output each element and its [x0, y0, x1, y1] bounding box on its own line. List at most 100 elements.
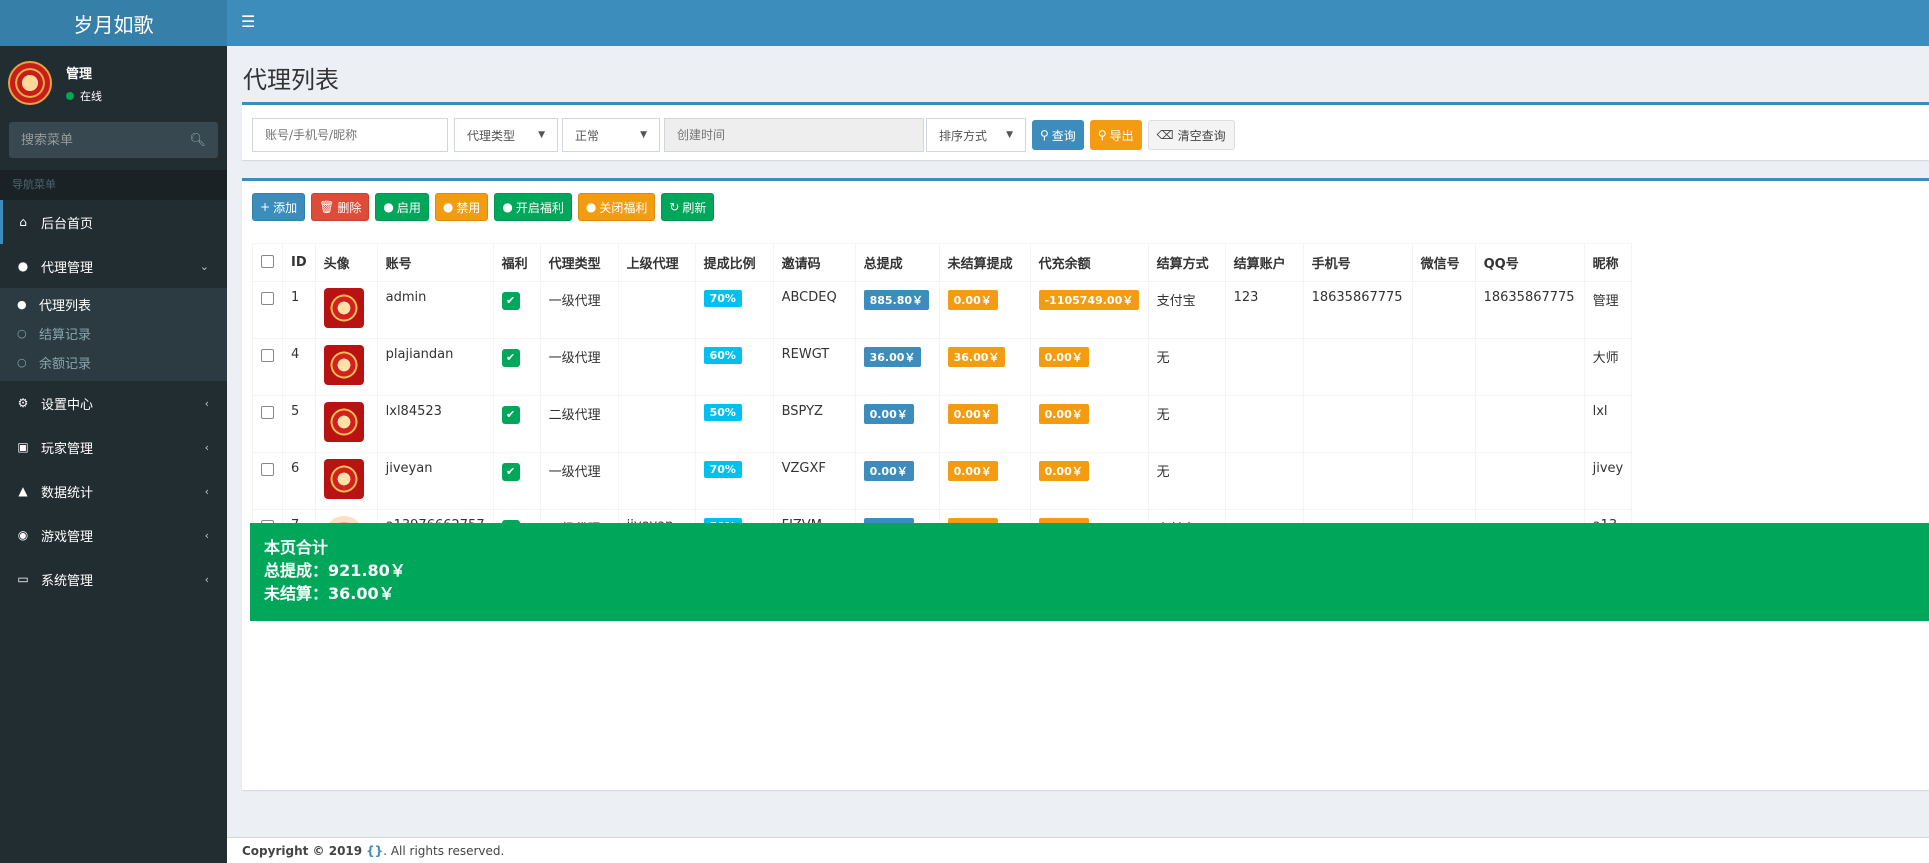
status-select[interactable]: 正常 ▼ — [562, 118, 660, 152]
column-header[interactable]: 头像 — [314, 243, 378, 282]
sidebar-item-settings[interactable]: ⚙ 设置中心 ‹ — [0, 381, 227, 425]
footer: Copyright © 2019 {} . All rights reserve… — [227, 837, 1929, 863]
sidebar-item-players[interactable]: ▣ 玩家管理 ‹ — [0, 425, 227, 469]
date-range-input[interactable] — [664, 118, 924, 152]
table-row[interactable]: 5 lxl84523 ✔ 二级代理 50% BSPYZ 0.00￥ 0.00￥ … — [252, 395, 1633, 453]
delete-button-label: 删除 — [337, 200, 362, 215]
row-select-cell — [252, 338, 283, 396]
column-header[interactable]: QQ号 — [1474, 243, 1585, 282]
cell-code: REWGT — [772, 338, 856, 396]
column-header[interactable]: 邀请码 — [772, 243, 856, 282]
column-header[interactable]: 结算账户 — [1224, 243, 1304, 282]
column-header[interactable]: 昵称 — [1583, 243, 1633, 282]
cell-type: 二级代理 — [539, 395, 619, 453]
query-button[interactable]: ⚲ 查询 — [1032, 120, 1084, 150]
check-icon[interactable]: ✔ — [501, 292, 520, 310]
hamburger-menu-icon[interactable]: ☰ — [241, 12, 255, 31]
table-row[interactable]: 6 jiveyan ✔ 一级代理 70% VZGXF 0.00￥ 0.00￥ 0… — [252, 452, 1633, 510]
status-select-value: 正常 — [575, 128, 600, 143]
add-button[interactable]: + 添加 — [252, 193, 306, 221]
search-input[interactable] — [252, 118, 448, 152]
footer-rights: . All rights reserved. — [383, 843, 505, 858]
cell-qq: 18635867775 — [1474, 281, 1585, 339]
nav-header: 导航菜单 — [0, 170, 227, 200]
column-header[interactable]: 上级代理 — [617, 243, 696, 282]
column-header[interactable]: 手机号 — [1302, 243, 1413, 282]
app-logo[interactable]: 岁月如歌 — [0, 0, 227, 46]
submenu-item-agent-list[interactable]: ● 代理列表 — [0, 290, 227, 319]
summary-total: 总提成：921.80￥ — [264, 561, 406, 580]
user-name: 管理 — [66, 66, 93, 82]
sidebar-item-stats[interactable]: ▲ 数据统计 ‹ — [0, 469, 227, 513]
submenu-item-balance[interactable]: ○ 余额记录 — [0, 348, 227, 377]
select-all-checkbox[interactable] — [261, 255, 274, 268]
cell-wechat — [1411, 281, 1476, 339]
refresh-icon: ↻ — [669, 200, 680, 214]
circle-icon: ○ — [17, 356, 27, 369]
cell-wechat — [1411, 452, 1476, 510]
column-header[interactable]: 福利 — [492, 243, 541, 282]
sidebar-item-system[interactable]: ▭ 系统管理 ‹ — [0, 557, 227, 601]
column-header[interactable]: 总提成 — [854, 243, 940, 282]
sort-select[interactable]: 排序方式 ▼ — [926, 118, 1026, 152]
cell-code: VZGXF — [772, 452, 856, 510]
add-button-label: 添加 — [273, 200, 298, 215]
check-icon[interactable]: ✔ — [501, 349, 520, 367]
export-button-label: 导出 — [1109, 128, 1134, 143]
chevron-left-icon: ‹ — [204, 396, 209, 410]
sidebar-item-home[interactable]: ⌂ 后台首页 — [0, 200, 227, 244]
action-toolbar: + 添加 🗑︎ 删除 ● 启用 ● 禁用 ● 开启福利 ● 关闭福利 ↻ 刷新 — [252, 193, 720, 221]
cell-wechat — [1411, 338, 1476, 396]
unsettled-badge: 36.00￥ — [947, 347, 1006, 367]
row-select-cell — [252, 281, 283, 339]
cell-phone: 18635867775 — [1302, 281, 1413, 339]
cell-wechat — [1411, 395, 1476, 453]
footer-brand-link[interactable]: {} — [366, 844, 383, 858]
column-header[interactable]: 账号 — [376, 243, 494, 282]
circle-icon: ○ — [17, 327, 27, 340]
column-header[interactable]: 微信号 — [1411, 243, 1476, 282]
row-checkbox[interactable] — [261, 292, 274, 305]
search-icon[interactable]: 🔍︎ — [189, 133, 206, 148]
disable-button[interactable]: ● 禁用 — [434, 193, 489, 221]
submenu-item-label: 代理列表 — [39, 299, 92, 314]
sidebar-item-label: 玩家管理 — [41, 441, 94, 457]
check-icon[interactable]: ✔ — [501, 406, 520, 424]
cell-unsettled: 0.00￥ — [938, 452, 1031, 510]
row-checkbox[interactable] — [261, 463, 274, 476]
column-header[interactable]: 代充余额 — [1029, 243, 1149, 282]
column-header[interactable]: ID — [282, 243, 316, 282]
cell-welfare: ✔ — [492, 452, 541, 510]
column-header[interactable]: 结算方式 — [1147, 243, 1226, 282]
table-row[interactable]: 4 plajiandan ✔ 一级代理 60% REWGT 36.00￥ 36.… — [252, 338, 1633, 396]
column-header[interactable]: 提成比例 — [694, 243, 774, 282]
refresh-button[interactable]: ↻ 刷新 — [661, 193, 715, 221]
sidebar-item-games[interactable]: ◉ 游戏管理 ‹ — [0, 513, 227, 557]
cell-welfare: ✔ — [492, 395, 541, 453]
refresh-button-label: 刷新 — [682, 200, 707, 215]
submenu-item-settlement[interactable]: ○ 结算记录 — [0, 319, 227, 348]
check-icon[interactable]: ✔ — [501, 463, 520, 481]
agent-type-select[interactable]: 代理类型 ▼ — [454, 118, 558, 152]
open-welfare-button[interactable]: ● 开启福利 — [494, 193, 572, 221]
sidebar-item-agents[interactable]: ● 代理管理 ⌄ — [0, 244, 227, 288]
user-avatar — [8, 61, 52, 105]
export-button[interactable]: ⚲ 导出 — [1089, 120, 1142, 150]
column-header[interactable]: 代理类型 — [539, 243, 619, 282]
row-checkbox[interactable] — [261, 349, 274, 362]
row-select-cell — [252, 395, 283, 453]
clear-query-button[interactable]: ⌫ 清空查询 — [1147, 120, 1235, 150]
delete-button[interactable]: 🗑︎ 删除 — [311, 193, 370, 221]
close-welfare-button[interactable]: ● 关闭福利 — [577, 193, 656, 221]
cell-nickname: 管理 — [1583, 281, 1633, 339]
trash-icon: 🗑︎ — [319, 200, 335, 214]
column-header[interactable]: 未结算提成 — [938, 243, 1031, 282]
row-checkbox[interactable] — [261, 406, 274, 419]
cell-type: 一级代理 — [539, 338, 619, 396]
enable-button[interactable]: ● 启用 — [375, 193, 429, 221]
cell-rate: 70% — [694, 281, 774, 339]
table-row[interactable]: 1 admin ✔ 一级代理 70% ABCDEQ 885.80￥ 0.00￥ … — [252, 281, 1633, 339]
cell-code: ABCDEQ — [772, 281, 856, 339]
sidebar-search-input[interactable] — [21, 132, 181, 148]
balance-badge: 0.00￥ — [1038, 347, 1089, 367]
